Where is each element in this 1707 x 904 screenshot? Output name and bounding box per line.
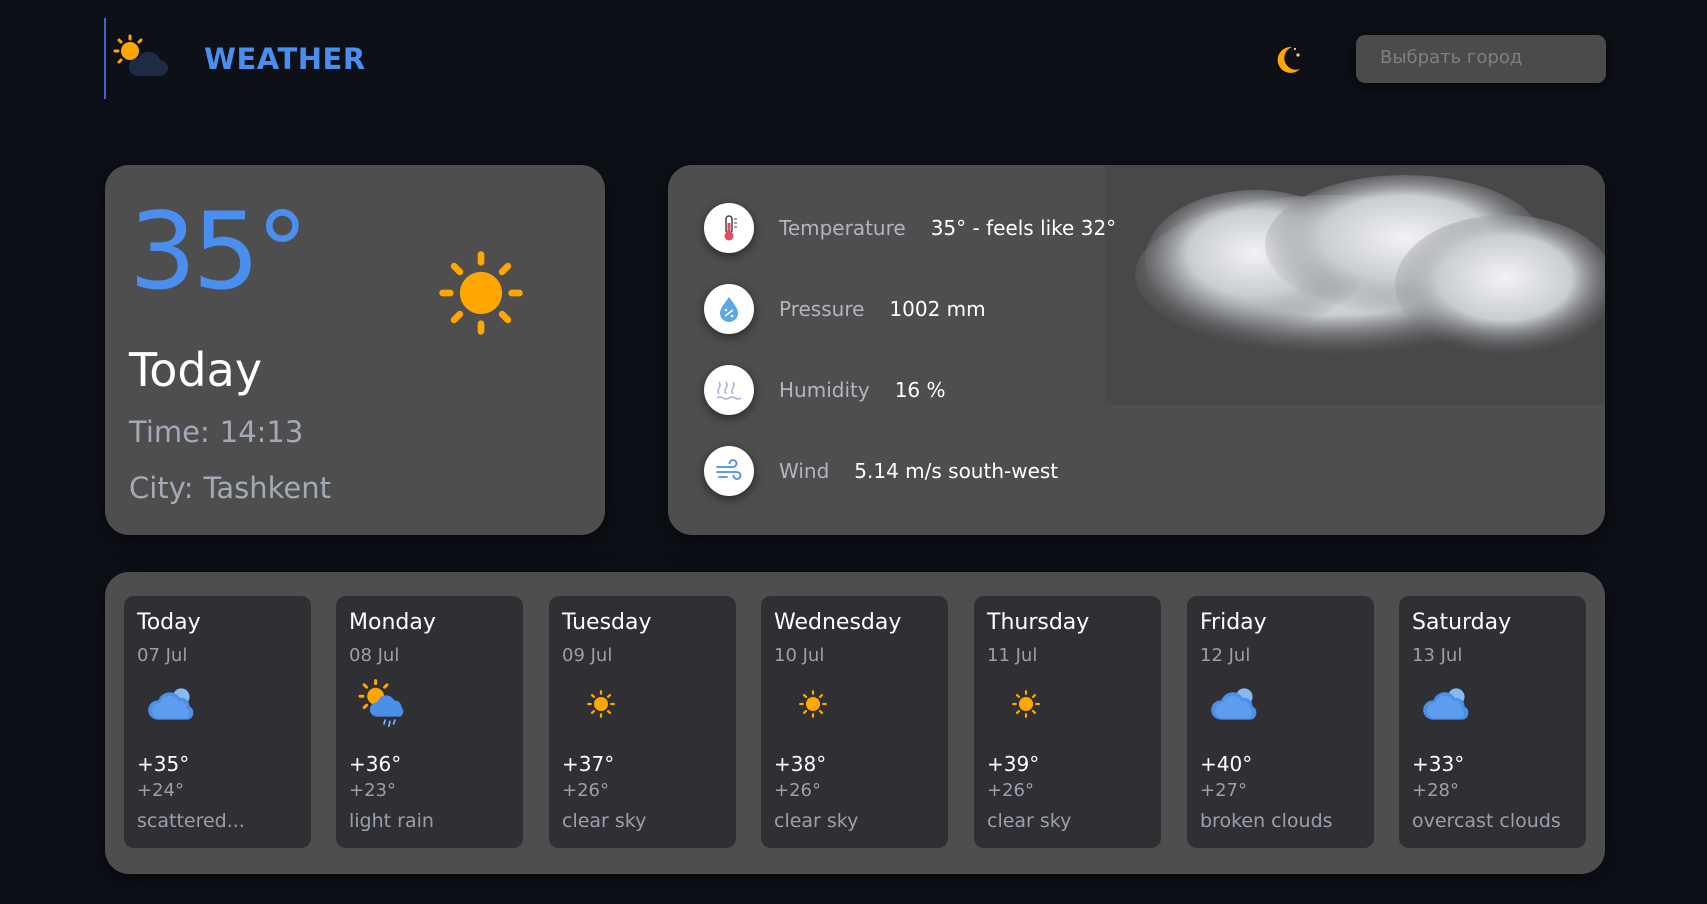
forecast-card: Today 07 Jul +35° +24° scattered... Mond… (105, 572, 1605, 874)
forecast-date: 07 Jul (137, 645, 188, 666)
humidity-waves-icon (704, 365, 754, 415)
forecast-max-temp: +38° (774, 752, 827, 776)
detail-value: 16 % (894, 378, 946, 402)
forecast-day-card[interactable]: Thursday 11 Jul +39° +26° clear sky (974, 596, 1161, 848)
current-temperature: 35° (129, 190, 309, 313)
current-time: Time: 14:13 (129, 415, 303, 449)
time-label: Time: (129, 415, 210, 449)
detail-value: 5.14 m/s south-west (854, 459, 1059, 483)
sun-icon (797, 688, 829, 720)
forecast-day-card[interactable]: Monday 08 Jul +36° +23° light rain (336, 596, 523, 848)
sun-icon (433, 245, 529, 341)
forecast-max-temp: +37° (562, 752, 615, 776)
forecast-description: scattered... (137, 810, 245, 832)
detail-row-wind: Wind 5.14 m/s south-west (704, 446, 1058, 496)
forecast-description: clear sky (774, 810, 859, 832)
detail-label: Temperature (779, 216, 906, 240)
forecast-date: 09 Jul (562, 645, 613, 666)
city-select[interactable]: Выбрать город (1356, 35, 1606, 83)
header: WEATHER Выбрать город (104, 18, 1606, 100)
forecast-day-name: Friday (1200, 610, 1267, 635)
forecast-day-name: Tuesday (562, 610, 652, 635)
sun-rain-cloud-icon (354, 674, 414, 734)
wind-icon (704, 446, 754, 496)
cloud-icon (1207, 676, 1267, 732)
current-weather-card: 35° Today Time: 14:13 City: Tashkent (105, 165, 605, 535)
forecast-min-temp: +24° (137, 780, 184, 801)
forecast-day-card[interactable]: Wednesday 10 Jul +38° +26° clear sky (761, 596, 948, 848)
cloud-icon (1419, 676, 1479, 732)
current-city: City: Tashkent (129, 471, 331, 505)
sun-icon (585, 688, 617, 720)
forecast-day-card[interactable]: Friday 12 Jul +40° +27° broken clouds (1187, 596, 1374, 848)
pressure-drop-icon (704, 284, 754, 334)
forecast-date: 08 Jul (349, 645, 400, 666)
detail-label: Wind (779, 459, 830, 483)
forecast-day-card[interactable]: Tuesday 09 Jul +37° +26° clear sky (549, 596, 736, 848)
forecast-day-card[interactable]: Today 07 Jul +35° +24° scattered... (124, 596, 311, 848)
forecast-day-name: Thursday (987, 610, 1090, 635)
forecast-max-temp: +35° (137, 752, 190, 776)
forecast-day-card[interactable]: Saturday 13 Jul +33° +28° overcast cloud… (1399, 596, 1586, 848)
detail-row-humidity: Humidity 16 % (704, 365, 946, 415)
forecast-day-name: Today (137, 610, 201, 635)
current-day-label: Today (129, 343, 263, 397)
time-value: 14:13 (219, 415, 304, 449)
thermometer-icon (704, 203, 754, 253)
forecast-date: 12 Jul (1200, 645, 1251, 666)
detail-label: Humidity (779, 378, 870, 402)
forecast-min-temp: +26° (562, 780, 609, 801)
detail-row-pressure: Pressure 1002 mm (704, 284, 986, 334)
forecast-day-name: Saturday (1412, 610, 1512, 635)
city-label: City: (129, 471, 194, 505)
forecast-min-temp: +26° (987, 780, 1034, 801)
sun-behind-cloud-icon (113, 34, 168, 76)
forecast-description: light rain (349, 810, 434, 832)
header-divider (104, 18, 106, 99)
forecast-max-temp: +40° (1200, 752, 1253, 776)
forecast-min-temp: +28° (1412, 780, 1459, 801)
sun-icon (1010, 688, 1042, 720)
forecast-day-name: Monday (349, 610, 436, 635)
weather-details-card: Temperature 35° - feels like 32° Pressur… (668, 165, 1605, 535)
forecast-max-temp: +36° (349, 752, 402, 776)
forecast-min-temp: +23° (349, 780, 396, 801)
forecast-description: overcast clouds (1412, 810, 1561, 832)
detail-value: 1002 mm (889, 297, 986, 321)
detail-label: Pressure (779, 297, 865, 321)
moon-icon[interactable] (1270, 41, 1306, 77)
detail-row-temperature: Temperature 35° - feels like 32° (704, 203, 1116, 253)
forecast-description: clear sky (987, 810, 1072, 832)
cloud-icon (144, 676, 204, 732)
forecast-max-temp: +39° (987, 752, 1040, 776)
forecast-description: broken clouds (1200, 810, 1333, 832)
forecast-day-name: Wednesday (774, 610, 902, 635)
forecast-description: clear sky (562, 810, 647, 832)
detail-value: 35° - feels like 32° (930, 216, 1117, 240)
city-value: Tashkent (203, 471, 332, 505)
forecast-min-temp: +27° (1200, 780, 1247, 801)
forecast-date: 10 Jul (774, 645, 825, 666)
forecast-date: 11 Jul (987, 645, 1038, 666)
app-brand: WEATHER (204, 42, 366, 76)
forecast-date: 13 Jul (1412, 645, 1463, 666)
forecast-max-temp: +33° (1412, 752, 1465, 776)
cloud-background-image (1105, 165, 1605, 405)
forecast-min-temp: +26° (774, 780, 821, 801)
